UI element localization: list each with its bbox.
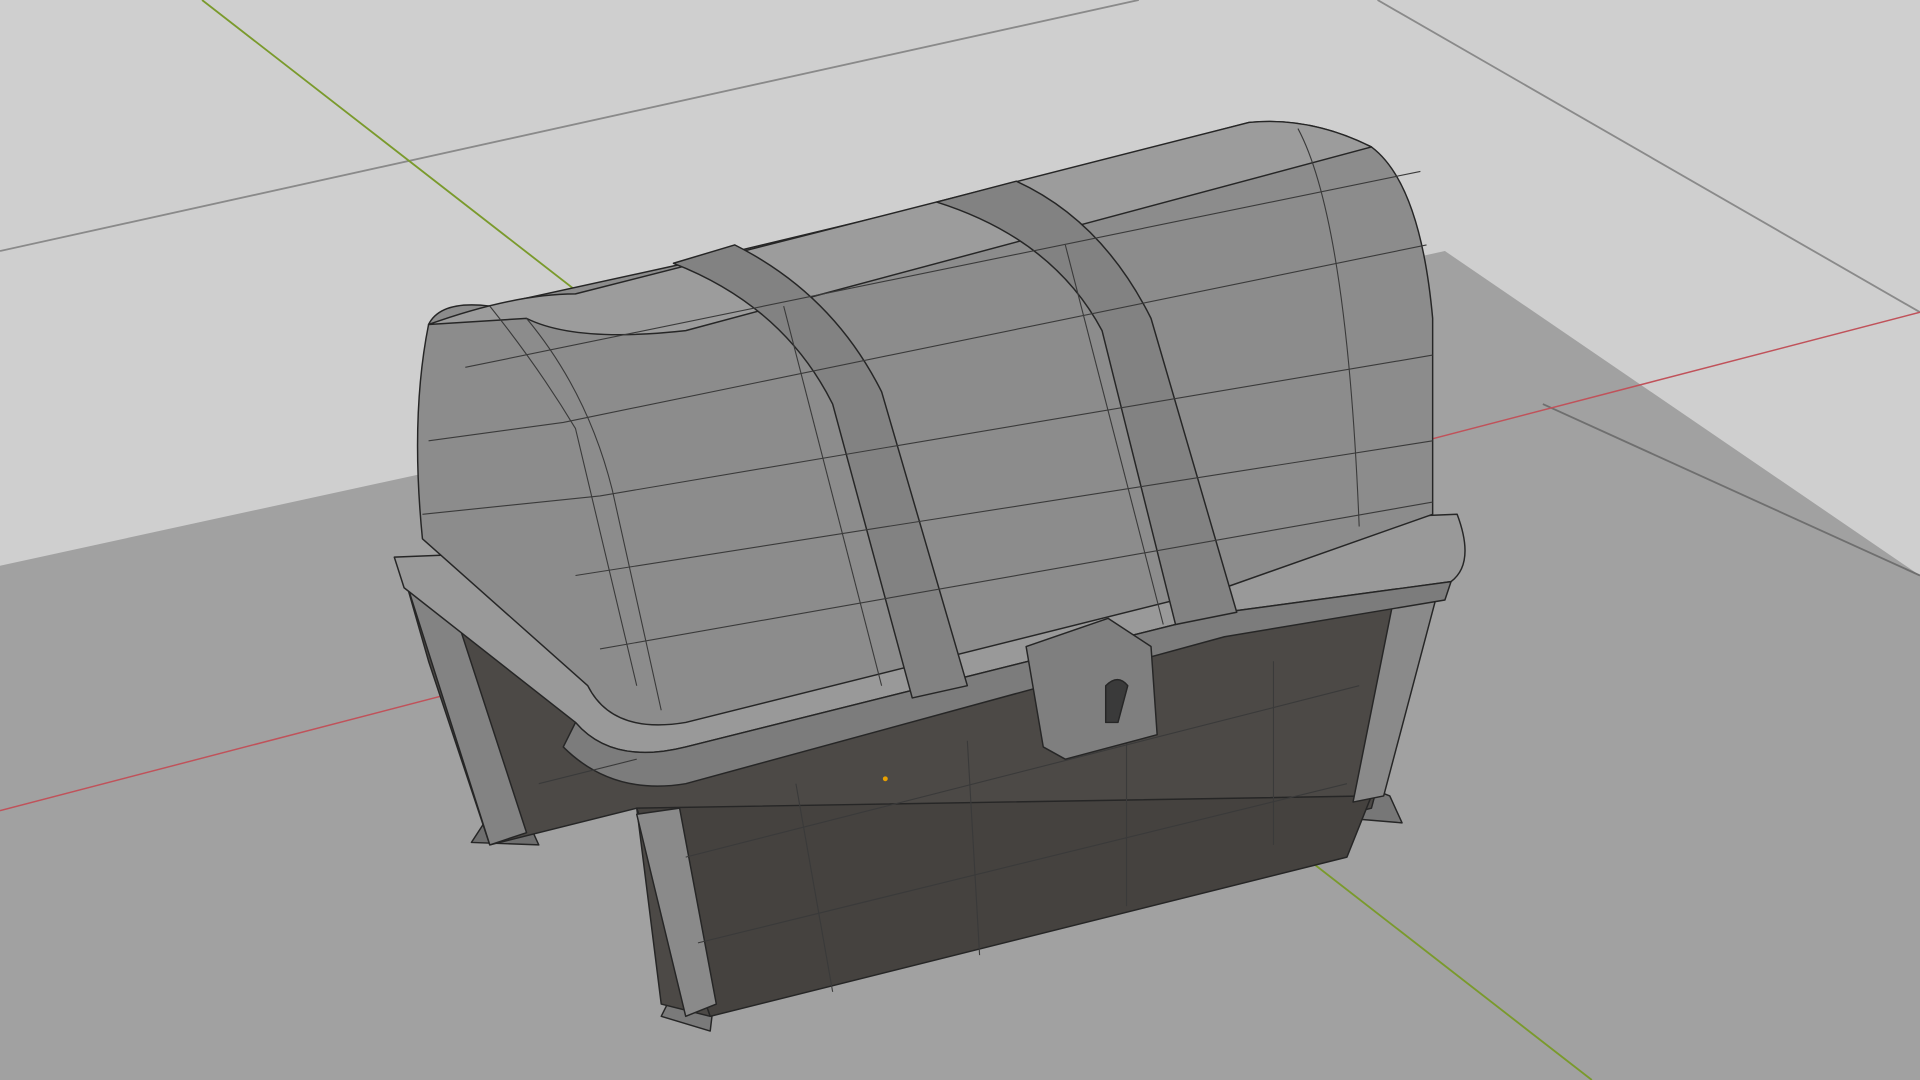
origin-point: [882, 776, 888, 782]
viewport-canvas[interactable]: [0, 0, 1920, 1080]
chest-lock[interactable]: [1025, 617, 1158, 760]
3d-viewport[interactable]: [0, 0, 1920, 1080]
